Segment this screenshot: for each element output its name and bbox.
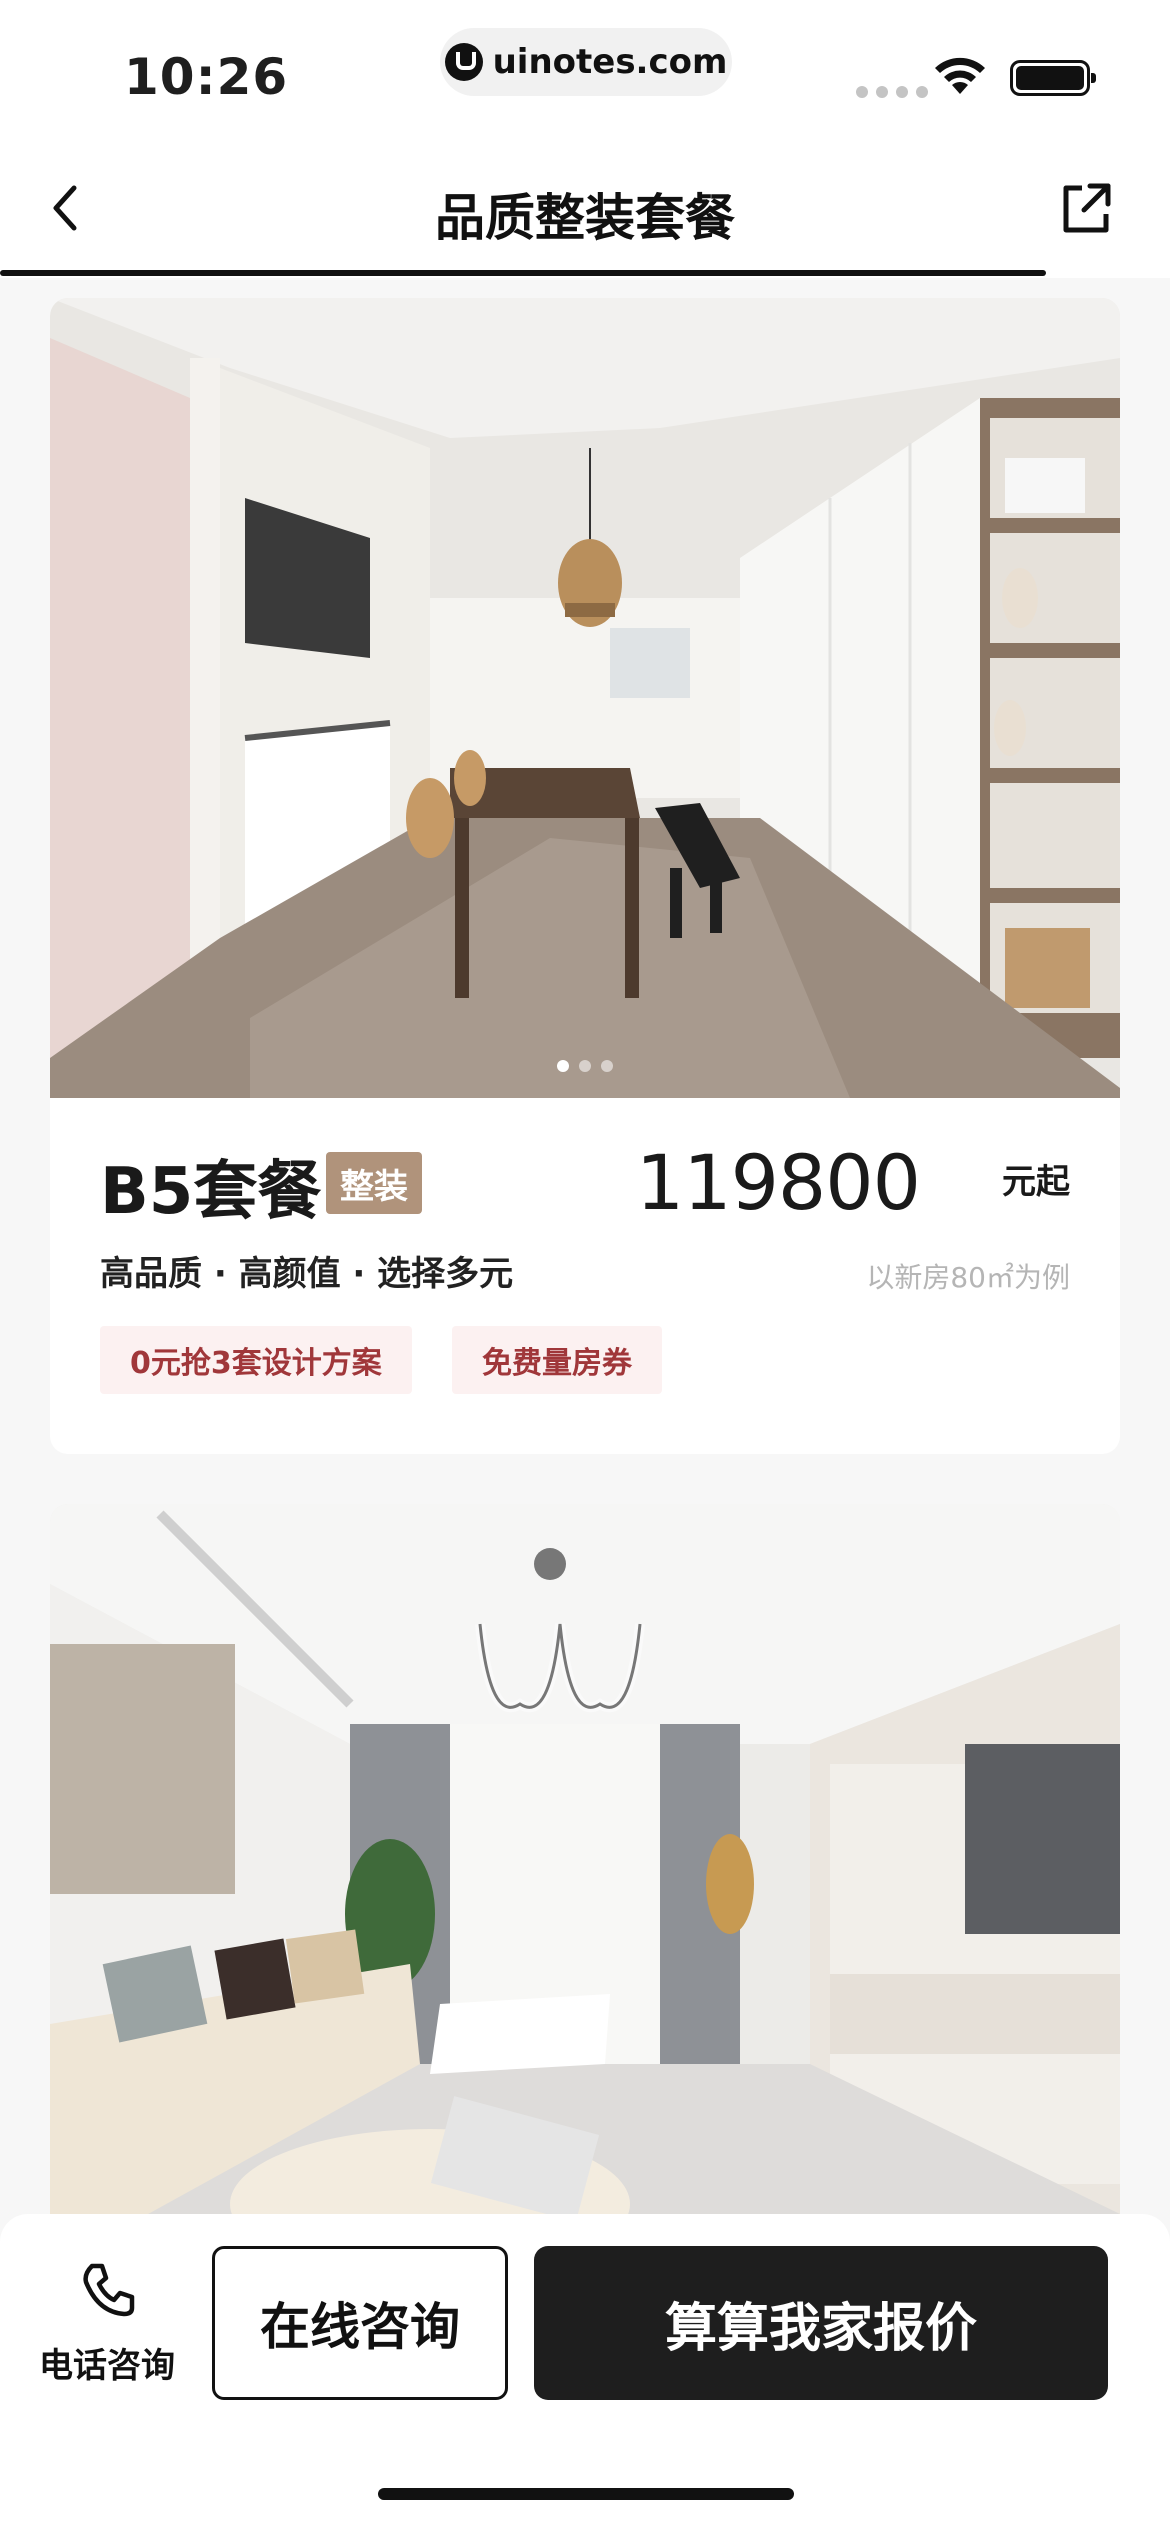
signal-icon [856,86,928,98]
package-card-2[interactable] [50,1504,1120,2264]
promo-tag-measure[interactable]: 免费量房券 [452,1326,662,1394]
price-unit: 元起 [1002,1162,1070,1202]
online-consult-button[interactable]: 在线咨询 [212,2246,508,2400]
get-quote-button[interactable]: 算算我家报价 [534,2246,1108,2400]
carousel-dot[interactable] [601,1060,613,1072]
url-pill[interactable]: uinotes.com [440,28,732,96]
carousel-dots[interactable] [50,1060,1120,1072]
site-logo-icon [444,43,483,81]
phone-consult-button[interactable]: 电话咨询 [22,2260,192,2390]
carousel-dot-active[interactable] [557,1060,569,1072]
share-external-icon[interactable] [1056,176,1116,240]
status-time: 10:26 [124,48,289,106]
nav-bar: 品质整装套餐 [0,140,1170,278]
phone-consult-label: 电话咨询 [39,2346,175,2386]
package-price: 119800 [635,1138,921,1227]
carousel-dot[interactable] [579,1060,591,1072]
url-text: uinotes.com [492,42,728,82]
price-note: 以新房80㎡为例 [866,1261,1070,1294]
package-features: 高品质 · 高颜值 · 选择多元 [100,1254,514,1294]
home-indicator [378,2488,794,2500]
phone-icon [83,2263,135,2317]
nav-underline [0,270,1046,276]
bottom-action-bar: 电话咨询 在线咨询 算算我家报价 [0,2214,1170,2532]
package-card[interactable]: B5套餐 整装 119800 元起 高品质 · 高颜值 · 选择多元 以新房80… [50,298,1120,1454]
package-photo-dining-room[interactable] [50,298,1120,1098]
wifi-icon [935,57,985,94]
package-badge: 整装 [326,1152,422,1214]
promo-tag-design[interactable]: 0元抢3套设计方案 [100,1326,412,1394]
package-name: B5套餐 [100,1155,322,1229]
package-photo-living-room[interactable] [50,1504,1120,2264]
status-bar: 10:26 uinotes.com [0,0,1170,140]
page-title: 品质整装套餐 [435,189,735,247]
battery-icon [1010,60,1096,96]
